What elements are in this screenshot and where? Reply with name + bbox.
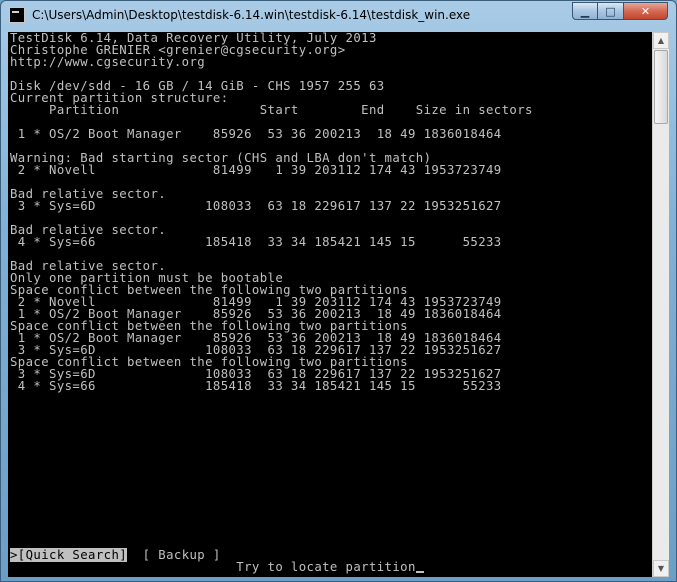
console-lines: TestDisk 6.14, Data Recovery Utility, Ju… [10, 32, 651, 392]
console-client-area: TestDisk 6.14, Data Recovery Utility, Ju… [8, 32, 669, 577]
text-cursor [415, 571, 424, 573]
scroll-thumb[interactable] [654, 50, 668, 124]
console-line: 2 * Novell 81499 1 39 203112 174 43 1953… [10, 163, 502, 177]
console-line: Partition Start End Size in sectors [10, 103, 533, 117]
arrow-down-icon: ▼ [657, 564, 665, 573]
window-title: C:\Users\Admin\Desktop\testdisk-6.14.win… [32, 8, 471, 22]
close-button[interactable]: ✕ [624, 2, 668, 20]
console-output[interactable]: TestDisk 6.14, Data Recovery Utility, Ju… [8, 32, 651, 577]
console-window: C:\Users\Admin\Desktop\testdisk-6.14.win… [0, 0, 677, 582]
minimize-button[interactable]: ▁ [572, 2, 598, 20]
console-line: 4 * Sys=66 185418 33 34 185421 145 15 55… [10, 379, 502, 393]
console-line: 4 * Sys=66 185418 33 34 185421 145 15 55… [10, 235, 502, 249]
scroll-up-button[interactable]: ▲ [653, 32, 669, 49]
maximize-button[interactable]: □ [598, 2, 624, 20]
caption-buttons: ▁ □ ✕ [572, 2, 668, 20]
hint-text: Try to locate partition [10, 560, 416, 574]
arrow-up-icon: ▲ [657, 36, 665, 45]
console-app-icon[interactable] [9, 7, 25, 23]
hint-line: Try to locate partition [10, 561, 424, 573]
title-bar[interactable]: C:\Users\Admin\Desktop\testdisk-6.14.win… [1, 1, 676, 31]
console-line: 3 * Sys=6D 108033 63 18 229617 137 22 19… [10, 199, 502, 213]
vertical-scrollbar[interactable]: ▲ ▼ [652, 32, 669, 577]
scroll-down-button[interactable]: ▼ [653, 560, 669, 577]
console-line: 1 * OS/2 Boot Manager 85926 53 36 200213… [10, 127, 502, 141]
console-line: http://www.cgsecurity.org [10, 55, 206, 69]
